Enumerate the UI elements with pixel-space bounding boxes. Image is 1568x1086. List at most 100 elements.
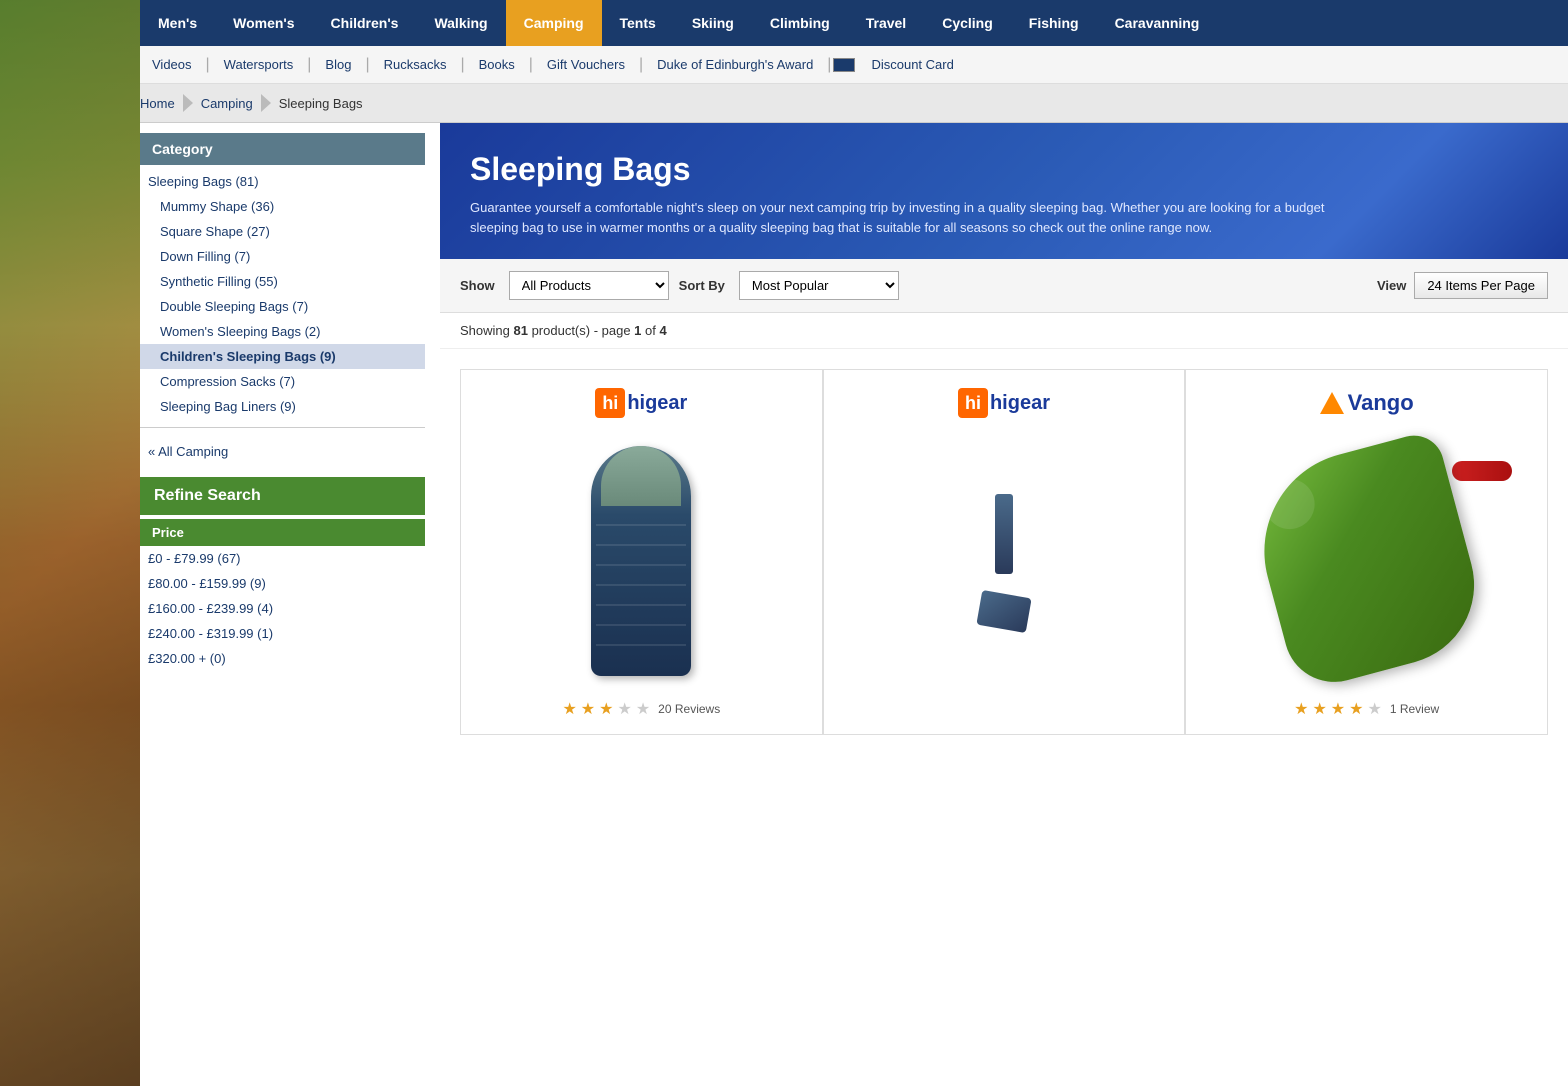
higear-logo: hi higear [958, 388, 1050, 418]
page-description: Guarantee yourself a comfortable night's… [470, 198, 1370, 237]
nav-travel[interactable]: Travel [848, 0, 924, 46]
sec-nav-doe-award[interactable]: Duke of Edinburgh's Award [645, 57, 825, 72]
nav-cycling[interactable]: Cycling [924, 0, 1011, 46]
toolbar-right: View 24 Items Per Page [1377, 272, 1548, 299]
higear-logo: hi higear [595, 388, 687, 418]
cat-double-sleeping-bags[interactable]: Double Sleeping Bags (7) [140, 294, 425, 319]
brand-logo: hi higear [958, 385, 1050, 421]
vango-logo: Vango [1320, 390, 1414, 416]
price-range-5[interactable]: £320.00 + (0) [140, 646, 425, 671]
nav-caravanning[interactable]: Caravanning [1097, 0, 1218, 46]
breadcrumb-separator [183, 94, 193, 112]
cat-square-shape[interactable]: Square Shape (27) [140, 219, 425, 244]
price-range-2[interactable]: £80.00 - £159.99 (9) [140, 571, 425, 596]
view-label: View [1377, 278, 1406, 293]
nav-separator: | [637, 56, 645, 74]
nav-climbing[interactable]: Climbing [752, 0, 848, 46]
breadcrumb-current: Sleeping Bags [279, 96, 363, 111]
page-layout: Category Sleeping Bags (81) Mummy Shape … [0, 123, 1568, 775]
nav-skiing[interactable]: Skiing [674, 0, 752, 46]
breadcrumb-camping[interactable]: Camping [201, 96, 253, 111]
star-4: ★ [1349, 699, 1363, 719]
cat-sleeping-bag-liners[interactable]: Sleeping Bag Liners (9) [140, 394, 425, 419]
star-5: ★ [636, 699, 650, 719]
acc-item-1 [995, 494, 1013, 574]
items-per-page-button[interactable]: 24 Items Per Page [1414, 272, 1548, 299]
nav-separator: | [527, 56, 535, 74]
vango-triangle-icon [1320, 392, 1344, 414]
sec-nav-discount-card[interactable]: Discount Card [859, 57, 965, 72]
product-image [476, 431, 807, 691]
acc-item-2 [976, 589, 1031, 632]
breadcrumb-home[interactable]: Home [140, 96, 175, 111]
sec-nav-rucksacks[interactable]: Rucksacks [372, 57, 459, 72]
price-range-4[interactable]: £240.00 - £319.99 (1) [140, 621, 425, 646]
star-3: ★ [1331, 699, 1345, 719]
nav-separator: | [305, 56, 313, 74]
nav-separator: | [363, 56, 371, 74]
sidebar-divider [140, 427, 425, 428]
show-select[interactable]: All Products In Stock [509, 271, 669, 300]
small-product-illustration [1452, 461, 1512, 481]
results-text: Showing 81 product(s) - page 1 of 4 [460, 323, 667, 338]
star-4: ★ [617, 699, 631, 719]
results-info: Showing 81 product(s) - page 1 of 4 [440, 313, 1568, 349]
review-count: 1 Review [1390, 702, 1439, 716]
nav-mens[interactable]: Men's [140, 0, 215, 46]
star-1: ★ [562, 699, 576, 719]
nav-separator: | [458, 56, 466, 74]
cat-womens-sleeping-bags[interactable]: Women's Sleeping Bags (2) [140, 319, 425, 344]
nav-childrens[interactable]: Children's [313, 0, 417, 46]
review-count: 20 Reviews [658, 702, 720, 716]
cat-synthetic-filling[interactable]: Synthetic Filling (55) [140, 269, 425, 294]
cat-down-filling[interactable]: Down Filling (7) [140, 244, 425, 269]
sort-select[interactable]: Most Popular Price Low to High Price Hig… [739, 271, 899, 300]
nav-separator: | [825, 56, 833, 74]
star-5: ★ [1367, 699, 1381, 719]
star-2: ★ [1312, 699, 1326, 719]
nav-walking[interactable]: Walking [416, 0, 505, 46]
brand-logo: hi higear [595, 385, 687, 421]
price-range-1[interactable]: £0 - £79.99 (67) [140, 546, 425, 571]
breadcrumb-separator [261, 94, 271, 112]
nav-camping[interactable]: Camping [506, 0, 602, 46]
refine-search-header: Refine Search [140, 477, 425, 515]
secondary-nav: Videos | Watersports | Blog | Rucksacks … [0, 46, 1568, 84]
sec-nav-videos[interactable]: Videos [140, 57, 204, 72]
product-card[interactable]: Vango ★ ★ ★ ★ ★ 1 Review [1185, 369, 1548, 735]
cat-compression-sacks[interactable]: Compression Sacks (7) [140, 369, 425, 394]
main-nav: Men's Women's Children's Walking Camping… [0, 0, 1568, 46]
sidebar: Category Sleeping Bags (81) Mummy Shape … [140, 123, 440, 775]
cat-sleeping-bags[interactable]: Sleeping Bags (81) [140, 169, 425, 194]
nav-fishing[interactable]: Fishing [1011, 0, 1097, 46]
star-3: ★ [599, 699, 613, 719]
all-camping-link[interactable]: « All Camping [140, 436, 425, 467]
cat-mummy-shape[interactable]: Mummy Shape (36) [140, 194, 425, 219]
sec-nav-books[interactable]: Books [467, 57, 527, 72]
page-header: Sleeping Bags Guarantee yourself a comfo… [440, 123, 1568, 259]
higear-text: higear [627, 392, 687, 415]
product-card[interactable]: hi higear [823, 369, 1186, 735]
higear-text: higear [990, 392, 1050, 415]
brand-logo: Vango [1320, 385, 1414, 421]
price-range-3[interactable]: £160.00 - £239.99 (4) [140, 596, 425, 621]
sort-label: Sort By [679, 278, 725, 293]
category-header: Category [140, 133, 425, 165]
breadcrumb: Home Camping Sleeping Bags [0, 84, 1568, 123]
price-filter-header: Price [140, 519, 425, 546]
hi-box: hi [958, 388, 988, 418]
toolbar: Show All Products In Stock Sort By Most … [440, 259, 1568, 313]
sleeping-bag-illustration [591, 446, 691, 676]
product-card[interactable]: hi higear ★ ★ ★ ★ ★ 20 Reviews [460, 369, 823, 735]
main-content: Sleeping Bags Guarantee yourself a comfo… [440, 123, 1568, 775]
scenic-background [0, 0, 140, 1086]
hi-box: hi [595, 388, 625, 418]
sec-nav-watersports[interactable]: Watersports [212, 57, 306, 72]
page-title: Sleeping Bags [470, 151, 1538, 188]
cat-childrens-sleeping-bags[interactable]: Children's Sleeping Bags (9) [140, 344, 425, 369]
nav-tents[interactable]: Tents [602, 0, 674, 46]
sec-nav-gift-vouchers[interactable]: Gift Vouchers [535, 57, 637, 72]
product-image [839, 431, 1170, 691]
sec-nav-blog[interactable]: Blog [313, 57, 363, 72]
nav-womens[interactable]: Women's [215, 0, 312, 46]
